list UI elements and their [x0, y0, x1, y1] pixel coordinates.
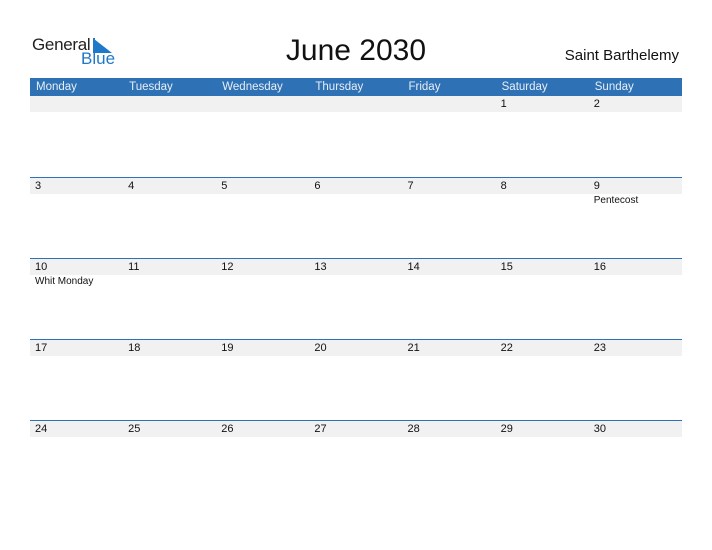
holiday-label: [309, 275, 402, 289]
weekday-thursday: Thursday: [315, 81, 364, 93]
day-number: 17: [35, 342, 48, 354]
holiday-label: [216, 275, 309, 289]
day-number: [403, 96, 496, 112]
day-number: 22: [500, 342, 513, 354]
calendar: Monday Tuesday Wednesday Thursday Friday Satu…: [30, 78, 682, 501]
day-number-band: 12: [30, 96, 682, 112]
holiday-label: [309, 194, 402, 208]
holiday-label: [403, 275, 496, 289]
day-number: 16: [593, 261, 606, 273]
day-number: 28: [407, 423, 420, 435]
calendar-weeks: 1 2 3 4 5 6 7 8 9 Pentecost 10 11 12 13 14 15 16 Whit Mon…: [30, 96, 682, 501]
day-number-band: 10 11 12 13 14 15 16: [30, 259, 682, 275]
holiday-label: Pentecost: [593, 195, 639, 206]
holiday-label: [589, 275, 682, 289]
weekday-friday: Friday: [408, 81, 441, 93]
holiday-label: [30, 194, 123, 208]
day-number: 24: [35, 423, 48, 435]
day-number: 1: [500, 98, 507, 110]
day-number: 21: [407, 342, 420, 354]
day-number: 9: [593, 180, 600, 192]
day-number: 3: [35, 180, 42, 192]
week-row: 12: [30, 96, 682, 177]
holiday-label: Whit Monday: [35, 276, 94, 287]
day-number: 19: [221, 342, 234, 354]
weekday-wednesday: Wednesday: [222, 81, 283, 93]
holiday-label: [123, 194, 216, 208]
day-number: 10: [35, 261, 48, 273]
day-number: 14: [407, 261, 420, 273]
day-number: 2: [593, 98, 600, 110]
day-number: 23: [593, 342, 606, 354]
day-number: 11: [128, 261, 140, 273]
day-number: 4: [128, 180, 135, 192]
day-number: [123, 96, 216, 112]
day-number: [216, 96, 309, 112]
day-number: 13: [314, 261, 327, 273]
day-number: 8: [500, 180, 507, 192]
day-number: 29: [500, 423, 513, 435]
weekday-saturday: Saturday: [501, 81, 548, 93]
day-number: 20: [314, 342, 327, 354]
day-number: 5: [221, 180, 228, 192]
weekday-monday: Monday: [36, 81, 77, 93]
day-number: 15: [500, 261, 513, 273]
day-number-band: 24 25 26 27 28 29 30: [30, 421, 682, 437]
holiday-label: [496, 275, 589, 289]
day-number: 25: [128, 423, 141, 435]
holiday-label: [496, 194, 589, 208]
country-name: Saint Barthelemy: [564, 47, 679, 64]
week-row: 17 18 19 20 21 22 23: [30, 339, 682, 420]
day-number: 18: [128, 342, 141, 354]
day-number: 26: [221, 423, 234, 435]
week-row: 10 11 12 13 14 15 16 Whit Monday: [30, 258, 682, 339]
holiday-band: Pentecost: [30, 194, 682, 208]
weekday-header: Monday Tuesday Wednesday Thursday Friday Satu…: [30, 78, 682, 96]
day-number: 6: [314, 180, 321, 192]
day-number: 12: [221, 261, 234, 273]
week-row: 24 25 26 27 28 29 30: [30, 420, 682, 501]
holiday-label: [216, 194, 309, 208]
weekday-sunday: Sunday: [594, 81, 634, 93]
day-number-band: 3 4 5 6 7 8 9: [30, 178, 682, 194]
holiday-band: Whit Monday: [30, 275, 682, 289]
day-number: [30, 96, 123, 112]
day-number-band: 17 18 19 20 21 22 23: [30, 340, 682, 356]
week-row: 3 4 5 6 7 8 9 Pentecost: [30, 177, 682, 258]
day-number: 27: [314, 423, 327, 435]
weekday-tuesday: Tuesday: [129, 81, 173, 93]
day-number: [309, 96, 402, 112]
holiday-label: [123, 275, 216, 289]
day-number: 30: [593, 423, 606, 435]
holiday-label: [403, 194, 496, 208]
day-number: 7: [407, 180, 414, 192]
